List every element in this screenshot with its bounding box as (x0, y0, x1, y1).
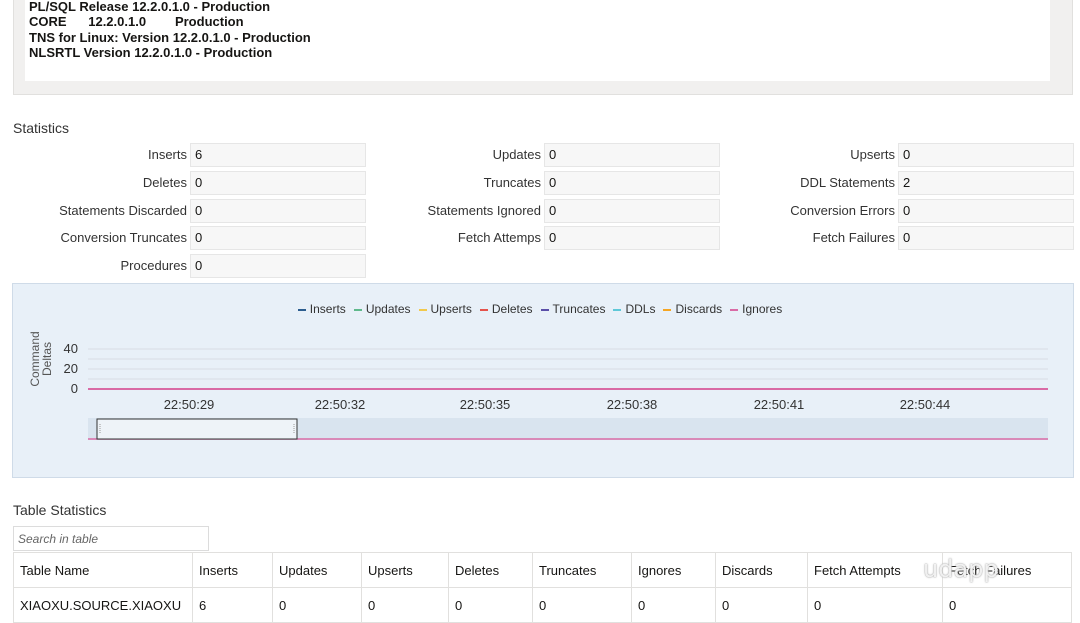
search-input[interactable] (13, 526, 209, 551)
y-tick-label: 20 (64, 361, 78, 376)
table-cell: 0 (272, 587, 362, 623)
x-tick-label: 22:50:32 (315, 397, 366, 412)
x-tick-label: 22:50:44 (900, 397, 951, 412)
table-row[interactable]: XIAOXU.SOURCE.XIAOXU 6 0 0 0 0 0 0 0 0 (13, 587, 1072, 623)
y-axis-label: CommandDeltas (28, 331, 54, 386)
column-header[interactable]: Discards (715, 552, 808, 588)
x-tick-label: 22:50:35 (460, 397, 511, 412)
column-header[interactable]: Table Name (13, 552, 193, 588)
table-cell: 0 (942, 587, 1072, 623)
column-header[interactable]: Inserts (192, 552, 273, 588)
table-cell: XIAOXU.SOURCE.XIAOXU (13, 587, 193, 623)
table-statistics: Table Name Inserts Updates Upserts Deletes Tr… (13, 552, 1072, 623)
table-cell: 0 (361, 587, 449, 623)
range-window[interactable] (96, 418, 298, 440)
column-header[interactable]: Ignores (631, 552, 716, 588)
column-header[interactable]: Deletes (448, 552, 533, 588)
command-deltas-chart: 0 20 40 CommandDeltas 22:50:29 22:50:32 22:50:… (28, 331, 1048, 440)
table-cell: 0 (807, 587, 943, 623)
x-tick-label: 22:50:38 (607, 397, 658, 412)
table-cell: 6 (192, 587, 273, 623)
table-cell: 0 (631, 587, 716, 623)
table-statistics-title: Table Statistics (13, 502, 107, 518)
table-cell: 0 (448, 587, 533, 623)
y-tick-label: 40 (64, 341, 78, 356)
x-tick-label: 22:50:29 (164, 397, 215, 412)
column-header[interactable]: Truncates (532, 552, 632, 588)
x-tick-label: 22:50:41 (754, 397, 805, 412)
y-tick-label: 0 (71, 381, 78, 396)
watermark-logo: udapp (923, 555, 999, 583)
table-cell: 0 (532, 587, 632, 623)
table-cell: 0 (715, 587, 808, 623)
column-header[interactable]: Updates (272, 552, 362, 588)
column-header[interactable]: Upserts (361, 552, 449, 588)
